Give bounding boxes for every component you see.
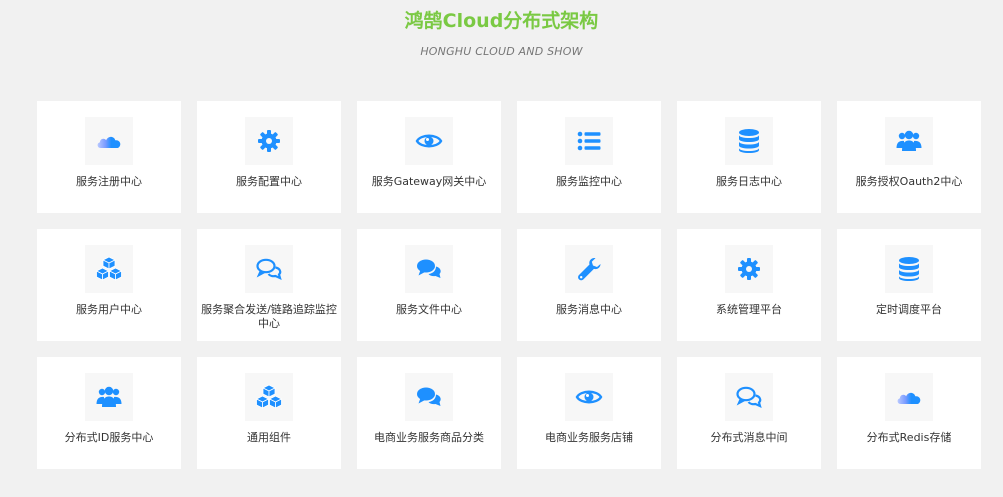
service-card[interactable]: 电商业务服务商品分类 <box>357 357 501 469</box>
service-label: 服务聚合发送/链路追踪监控中心 <box>201 303 337 330</box>
service-card[interactable]: 服务文件中心 <box>357 229 501 341</box>
service-label: 分布式ID服务中心 <box>64 431 154 444</box>
service-card[interactable]: 服务监控中心 <box>517 101 661 213</box>
service-card[interactable]: 分布式ID服务中心 <box>37 357 181 469</box>
gear-icon <box>725 245 773 293</box>
service-label: 服务监控中心 <box>556 175 622 188</box>
service-label: 定时调度平台 <box>876 303 942 316</box>
eye-icon <box>565 373 613 421</box>
service-card[interactable]: 服务用户中心 <box>37 229 181 341</box>
service-card[interactable]: 分布式Redis存储 <box>837 357 981 469</box>
service-label: 服务授权Oauth2中心 <box>855 175 963 188</box>
comments-icon <box>405 245 453 293</box>
database-icon <box>725 117 773 165</box>
users-icon <box>85 373 133 421</box>
service-label: 服务注册中心 <box>76 175 142 188</box>
users-icon <box>885 117 933 165</box>
service-card[interactable]: 定时调度平台 <box>837 229 981 341</box>
service-label: 分布式消息中间 <box>710 431 788 444</box>
service-card[interactable]: 服务日志中心 <box>677 101 821 213</box>
cloud-icon <box>85 117 133 165</box>
database-icon <box>885 245 933 293</box>
service-card[interactable]: 通用组件 <box>197 357 341 469</box>
service-label: 分布式Redis存储 <box>866 431 952 444</box>
service-label: 电商业务服务商品分类 <box>374 431 484 444</box>
service-label: 系统管理平台 <box>716 303 782 316</box>
service-card[interactable]: 服务授权Oauth2中心 <box>837 101 981 213</box>
comments-icon <box>405 373 453 421</box>
service-card[interactable]: 服务消息中心 <box>517 229 661 341</box>
gear-icon <box>245 117 293 165</box>
comments-outline-icon <box>245 245 293 293</box>
service-card[interactable]: 服务配置中心 <box>197 101 341 213</box>
service-label: 服务Gateway网关中心 <box>371 175 487 188</box>
service-label: 服务日志中心 <box>716 175 782 188</box>
service-label: 服务用户中心 <box>76 303 142 316</box>
service-label: 服务消息中心 <box>556 303 622 316</box>
service-label: 电商业务服务店铺 <box>545 431 633 444</box>
service-card[interactable]: 服务聚合发送/链路追踪监控中心 <box>197 229 341 341</box>
cubes-icon <box>245 373 293 421</box>
page-title: 鸿鹄Cloud分布式架构 <box>404 10 599 32</box>
service-card[interactable]: 系统管理平台 <box>677 229 821 341</box>
service-label: 通用组件 <box>247 431 291 444</box>
comments-outline-icon <box>725 373 773 421</box>
cubes-icon <box>85 245 133 293</box>
service-card[interactable]: 分布式消息中间 <box>677 357 821 469</box>
cloud-icon <box>885 373 933 421</box>
service-card[interactable]: 服务Gateway网关中心 <box>357 101 501 213</box>
wrench-icon <box>565 245 613 293</box>
service-label: 服务文件中心 <box>396 303 462 316</box>
list-icon <box>565 117 613 165</box>
service-grid: 服务注册中心 服务配置中心 服务Gateway网关中心 服务监控中心 服务日志中心 服务授… <box>37 101 982 469</box>
service-label: 服务配置中心 <box>236 175 302 188</box>
service-card[interactable]: 服务注册中心 <box>37 101 181 213</box>
eye-icon <box>405 117 453 165</box>
page-subtitle: HONGHU CLOUD AND SHOW <box>420 45 583 58</box>
service-card[interactable]: 电商业务服务店铺 <box>517 357 661 469</box>
